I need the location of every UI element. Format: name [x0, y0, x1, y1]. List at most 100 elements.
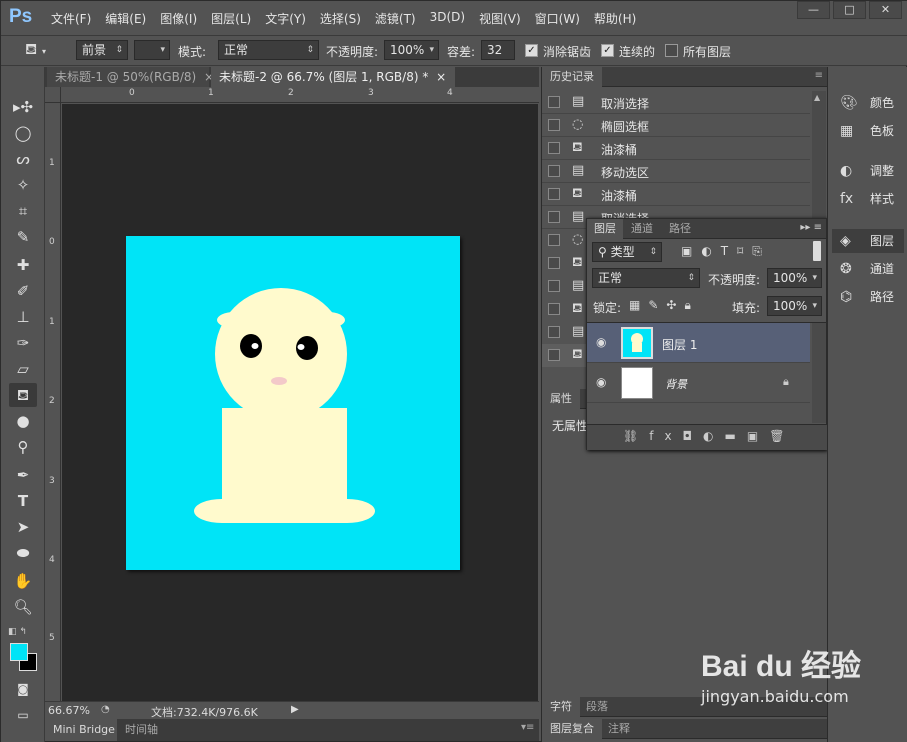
tab-mini-bridge[interactable]: Mini Bridge: [45, 719, 117, 741]
tab-close-icon[interactable]: ×: [436, 70, 446, 84]
quick-mask-icon[interactable]: ◙: [9, 677, 37, 701]
close-button[interactable]: ✕: [869, 1, 902, 19]
layer-filter-select[interactable]: ⚲ 类型 ⇕: [592, 242, 662, 262]
history-item[interactable]: ⛾ 油漆桶: [542, 137, 810, 160]
tab-properties[interactable]: 属性: [542, 389, 580, 409]
panel-button-adjustments[interactable]: ◐ 调整: [832, 159, 904, 183]
ruler-origin[interactable]: [45, 87, 61, 103]
menu-help[interactable]: 帮助(H): [594, 10, 644, 27]
menu-select[interactable]: 选择(S): [320, 10, 369, 27]
history-checkbox[interactable]: [548, 349, 560, 361]
layer-name[interactable]: 图层 1: [662, 336, 697, 353]
foreground-color-swatch[interactable]: [10, 643, 28, 661]
tab-paragraph[interactable]: 段落: [586, 697, 608, 717]
pen-tool-icon[interactable]: ✒: [9, 463, 37, 487]
pattern-picker[interactable]: ▾: [134, 40, 170, 60]
play-arrow-icon[interactable]: ▶: [291, 704, 299, 715]
ellipse-marquee-icon[interactable]: ◯: [9, 121, 37, 145]
menu-view[interactable]: 视图(V): [479, 10, 529, 27]
bucket-tool-preset-icon[interactable]: ⛾ ▾: [25, 40, 61, 60]
crop-tool-icon[interactable]: ⌗: [9, 199, 37, 223]
healing-brush-icon[interactable]: ✚: [9, 253, 37, 277]
screen-mode-icon[interactable]: ▭: [9, 703, 37, 727]
status-menu-icon[interactable]: ◔: [101, 704, 110, 715]
panel-button-color[interactable]: 🎨︎ 颜色: [832, 91, 904, 115]
history-checkbox[interactable]: [548, 188, 560, 200]
all-layers-checkbox[interactable]: [665, 44, 678, 57]
contiguous-checkbox[interactable]: ✓: [601, 44, 614, 57]
history-brush-icon[interactable]: ✑: [9, 331, 37, 355]
tab-notes[interactable]: 注释: [608, 719, 630, 739]
layer-row-layer1[interactable]: ◉ 图层 1: [587, 323, 810, 363]
move-tool-icon[interactable]: ▸✣: [9, 95, 37, 119]
ellipse-shape-icon[interactable]: ⬬: [9, 541, 37, 565]
scroll-up-icon[interactable]: ▲: [814, 93, 820, 102]
layer-footer-icons[interactable]: ⛓fx◘◐▬▣🗑︎: [623, 429, 795, 443]
menu-edit[interactable]: 编辑(E): [105, 10, 154, 27]
mode-select[interactable]: 正常 ⇕: [218, 40, 319, 60]
layer-name[interactable]: 背景: [665, 376, 687, 392]
history-checkbox[interactable]: [548, 165, 560, 177]
zoom-tool-icon[interactable]: 🔍︎: [9, 595, 37, 619]
history-checkbox[interactable]: [548, 280, 560, 292]
panel-button-channels[interactable]: ❂ 通道: [832, 257, 904, 281]
menu-3d[interactable]: 3D(D): [430, 10, 473, 27]
lasso-tool-icon[interactable]: ᔕ: [9, 147, 37, 171]
history-checkbox[interactable]: [548, 142, 560, 154]
history-item[interactable]: ⛾ 油漆桶: [542, 183, 810, 206]
layer-opacity-input[interactable]: 100% ▾: [767, 268, 822, 288]
panel-button-swatches[interactable]: ▦ 色板: [832, 119, 904, 143]
panel-button-layers[interactable]: ◈ 图层: [832, 229, 904, 253]
eraser-icon[interactable]: ▱: [9, 357, 37, 381]
history-checkbox[interactable]: [548, 211, 560, 223]
menu-type[interactable]: 文字(Y): [265, 10, 314, 27]
history-checkbox[interactable]: [548, 119, 560, 131]
menu-layer[interactable]: 图层(L): [211, 10, 259, 27]
history-checkbox[interactable]: [548, 96, 560, 108]
zoom-level[interactable]: 66.67%: [48, 704, 90, 717]
clone-stamp-icon[interactable]: ⊥: [9, 305, 37, 329]
eye-icon[interactable]: ◉: [596, 375, 606, 389]
panel-button-styles[interactable]: fx 样式: [832, 187, 904, 211]
default-colors-icon[interactable]: ◧ ↰: [8, 627, 27, 637]
layer-row-background[interactable]: ◉ 背景 🔒︎: [587, 363, 810, 403]
history-checkbox[interactable]: [548, 303, 560, 315]
hand-tool-icon[interactable]: ✋: [9, 569, 37, 593]
tolerance-input[interactable]: 32: [481, 40, 515, 60]
history-item[interactable]: ▤ 移动选区: [542, 160, 810, 183]
history-checkbox[interactable]: [548, 326, 560, 338]
tab-history[interactable]: 历史记录: [542, 67, 602, 87]
brush-tool-icon[interactable]: ✐: [9, 279, 37, 303]
dodge-tool-icon[interactable]: ⚲: [9, 435, 37, 459]
filter-toggle[interactable]: [813, 241, 821, 261]
tab-document-1[interactable]: 未标题-1 @ 50%(RGB/8) ×: [47, 67, 214, 87]
eye-icon[interactable]: ◉: [596, 335, 606, 349]
tab-timeline[interactable]: 时间轴: [125, 719, 158, 741]
panel-menu-icon[interactable]: ▸▸ ≡: [800, 222, 822, 233]
menu-window[interactable]: 窗口(W): [535, 10, 588, 27]
document-canvas[interactable]: [126, 236, 460, 570]
panel-menu-icon[interactable]: ≡: [815, 70, 823, 81]
magic-wand-icon[interactable]: ✧: [9, 173, 37, 197]
history-item[interactable]: ▤ 取消选择: [542, 91, 810, 114]
antialias-checkbox[interactable]: ✓: [525, 44, 538, 57]
type-tool-icon[interactable]: T: [9, 489, 37, 513]
tab-layer-comps[interactable]: 图层复合: [542, 719, 602, 739]
opacity-input[interactable]: 100% ▾: [384, 40, 439, 60]
fill-source-select[interactable]: 前景 ⇕: [76, 40, 128, 60]
eyedropper-icon[interactable]: ✎: [9, 225, 37, 249]
blend-mode-select[interactable]: 正常 ⇕: [592, 268, 700, 288]
blur-tool-icon[interactable]: ●: [9, 409, 37, 433]
path-select-icon[interactable]: ➤: [9, 515, 37, 539]
menu-image[interactable]: 图像(I): [160, 10, 205, 27]
panel-button-paths[interactable]: ⌬ 路径: [832, 285, 904, 309]
panel-menu-icon[interactable]: ▾≡: [521, 722, 534, 733]
history-item[interactable]: ◌ 椭圆选框: [542, 114, 810, 137]
menu-filter[interactable]: 滤镜(T): [375, 10, 424, 27]
filter-icons[interactable]: ▣◐T⌑⎘: [681, 244, 771, 259]
tab-channels[interactable]: 通道: [631, 219, 653, 239]
restore-button[interactable]: □: [833, 1, 866, 19]
history-checkbox[interactable]: [548, 234, 560, 246]
layers-scrollbar[interactable]: [812, 323, 826, 423]
tab-character[interactable]: 字符: [542, 697, 580, 717]
